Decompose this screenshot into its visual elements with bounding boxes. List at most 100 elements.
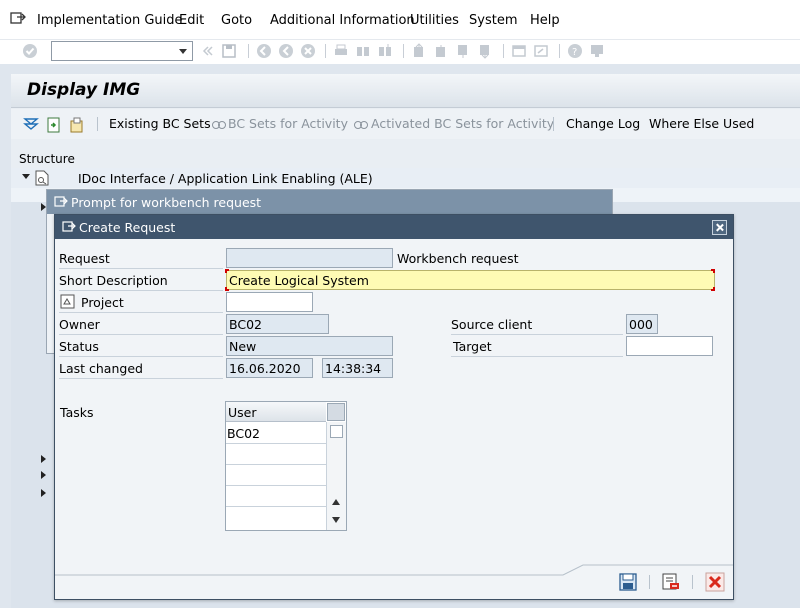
change-log-button[interactable]: Change Log	[566, 116, 640, 131]
bc-sets-for-activity-button[interactable]: BC Sets for Activity	[228, 116, 348, 131]
title-bar: Display IMG	[11, 74, 800, 108]
create-request-dialog: Create Request Request Workbench request…	[54, 214, 734, 600]
save-icon[interactable]	[618, 572, 638, 592]
last-changed-date-field[interactable]: 16.06.2020	[226, 358, 313, 378]
dialog-menu-icon[interactable]	[62, 221, 76, 233]
back-icon[interactable]	[256, 43, 272, 59]
vertical-scrollbar[interactable]	[326, 422, 346, 530]
menu-help[interactable]: Help	[530, 13, 560, 28]
layout-menu-icon[interactable]	[589, 43, 605, 59]
save-icon[interactable]	[221, 43, 237, 59]
first-page-icon[interactable]	[411, 43, 427, 59]
request-label: Request	[59, 251, 110, 266]
tasks-table: User BC02	[225, 401, 347, 531]
shortcut-icon[interactable]	[533, 43, 549, 59]
required-marker	[225, 269, 229, 273]
enter-icon[interactable]	[22, 43, 38, 59]
label-underline	[59, 312, 223, 313]
collapse-arrow-icon[interactable]	[22, 174, 30, 179]
owner-field[interactable]: BC02	[226, 314, 329, 334]
help-icon[interactable]: ?	[567, 43, 583, 59]
command-field[interactable]	[51, 41, 193, 61]
chevron-down-icon[interactable]	[179, 49, 187, 54]
existing-bc-sets-button[interactable]: Existing BC Sets	[109, 116, 211, 131]
project-label: Project	[81, 295, 124, 310]
toolbar-separator	[553, 117, 554, 131]
double-left-icon	[202, 46, 213, 56]
prompt-title-bar: Prompt for workbench request	[47, 190, 612, 214]
last-changed-label: Last changed	[59, 361, 143, 376]
status-field[interactable]: New	[226, 336, 393, 356]
close-icon[interactable]	[712, 220, 727, 235]
table-row[interactable]	[226, 507, 326, 528]
where-else-used-button[interactable]: Where Else Used	[649, 116, 754, 131]
target-label: Target	[453, 339, 492, 354]
menu-additional-information[interactable]: Additional Information	[270, 13, 415, 28]
project-field[interactable]	[226, 292, 313, 312]
tree-node[interactable]: IDoc Interface / Application Link Enabli…	[11, 168, 800, 188]
find-icon[interactable]	[355, 43, 371, 59]
menu-edit[interactable]: Edit	[179, 13, 204, 28]
expand-arrow-icon[interactable]	[41, 471, 46, 479]
structure-header-label: Structure	[19, 152, 75, 166]
dialog-menu-icon[interactable]	[54, 196, 68, 208]
footer-separator	[649, 575, 650, 589]
documentation-icon[interactable]	[69, 117, 85, 133]
target-field[interactable]	[626, 336, 713, 356]
local-request-icon[interactable]	[661, 572, 681, 592]
label-underline	[59, 268, 223, 269]
required-marker	[225, 287, 229, 291]
table-row[interactable]: BC02	[226, 423, 326, 444]
request-type-text: Workbench request	[397, 251, 519, 266]
select-all-button[interactable]	[327, 403, 345, 421]
menu-goto[interactable]: Goto	[221, 13, 252, 28]
menu-utilities[interactable]: Utilities	[410, 13, 459, 28]
status-label: Status	[59, 339, 99, 354]
toolbar-separator	[403, 44, 404, 58]
tasks-column-header[interactable]: User	[226, 402, 326, 422]
dialog-title-bar: Create Request	[55, 215, 733, 239]
row-select-checkbox[interactable]	[330, 425, 343, 438]
source-client-field[interactable]: 000	[626, 314, 658, 334]
owner-label: Owner	[59, 317, 100, 332]
activated-bc-sets-button[interactable]: Activated BC Sets for Activity	[371, 116, 554, 131]
short-description-field[interactable]: Create Logical System	[226, 270, 715, 290]
print-icon[interactable]	[333, 43, 349, 59]
label-underline	[59, 290, 223, 291]
last-changed-time-field[interactable]: 14:38:34	[322, 358, 393, 378]
menu-bar: Implementation Guide Edit Goto Additiona…	[0, 0, 800, 40]
cancel-icon[interactable]	[300, 43, 316, 59]
exit-icon[interactable]	[278, 43, 294, 59]
svg-text:?: ?	[572, 47, 577, 58]
table-row[interactable]	[226, 444, 326, 465]
find-in-tree-icon[interactable]	[46, 117, 62, 133]
scroll-down-icon[interactable]	[332, 517, 340, 523]
expand-arrow-icon[interactable]	[41, 489, 46, 497]
documentation-node-icon[interactable]	[35, 170, 49, 186]
short-description-label: Short Description	[59, 273, 168, 288]
tasks-label: Tasks	[60, 405, 94, 420]
label-underline	[451, 356, 623, 357]
next-page-icon[interactable]	[455, 43, 471, 59]
table-row[interactable]	[226, 465, 326, 486]
previous-page-icon[interactable]	[433, 43, 449, 59]
app-menu-icon[interactable]	[10, 11, 26, 25]
toolbar-separator	[248, 44, 249, 58]
request-field[interactable]	[226, 248, 393, 268]
label-underline	[59, 378, 223, 379]
expand-all-icon[interactable]	[23, 117, 39, 131]
scroll-up-icon[interactable]	[332, 499, 340, 505]
last-page-icon[interactable]	[477, 43, 493, 59]
cancel-icon[interactable]	[705, 572, 725, 592]
find-next-icon[interactable]	[377, 43, 393, 59]
menu-system[interactable]: System	[469, 13, 517, 28]
bc-sets-icon	[212, 121, 226, 129]
label-underline	[59, 356, 223, 357]
table-row[interactable]	[226, 486, 326, 507]
page-title: Display IMG	[27, 80, 141, 100]
menu-implementation-guide[interactable]: Implementation Guide	[37, 13, 183, 28]
new-session-icon[interactable]	[511, 43, 527, 59]
dialog-title: Create Request	[79, 220, 176, 235]
source-client-label: Source client	[451, 317, 533, 332]
expand-arrow-icon[interactable]	[41, 455, 46, 463]
